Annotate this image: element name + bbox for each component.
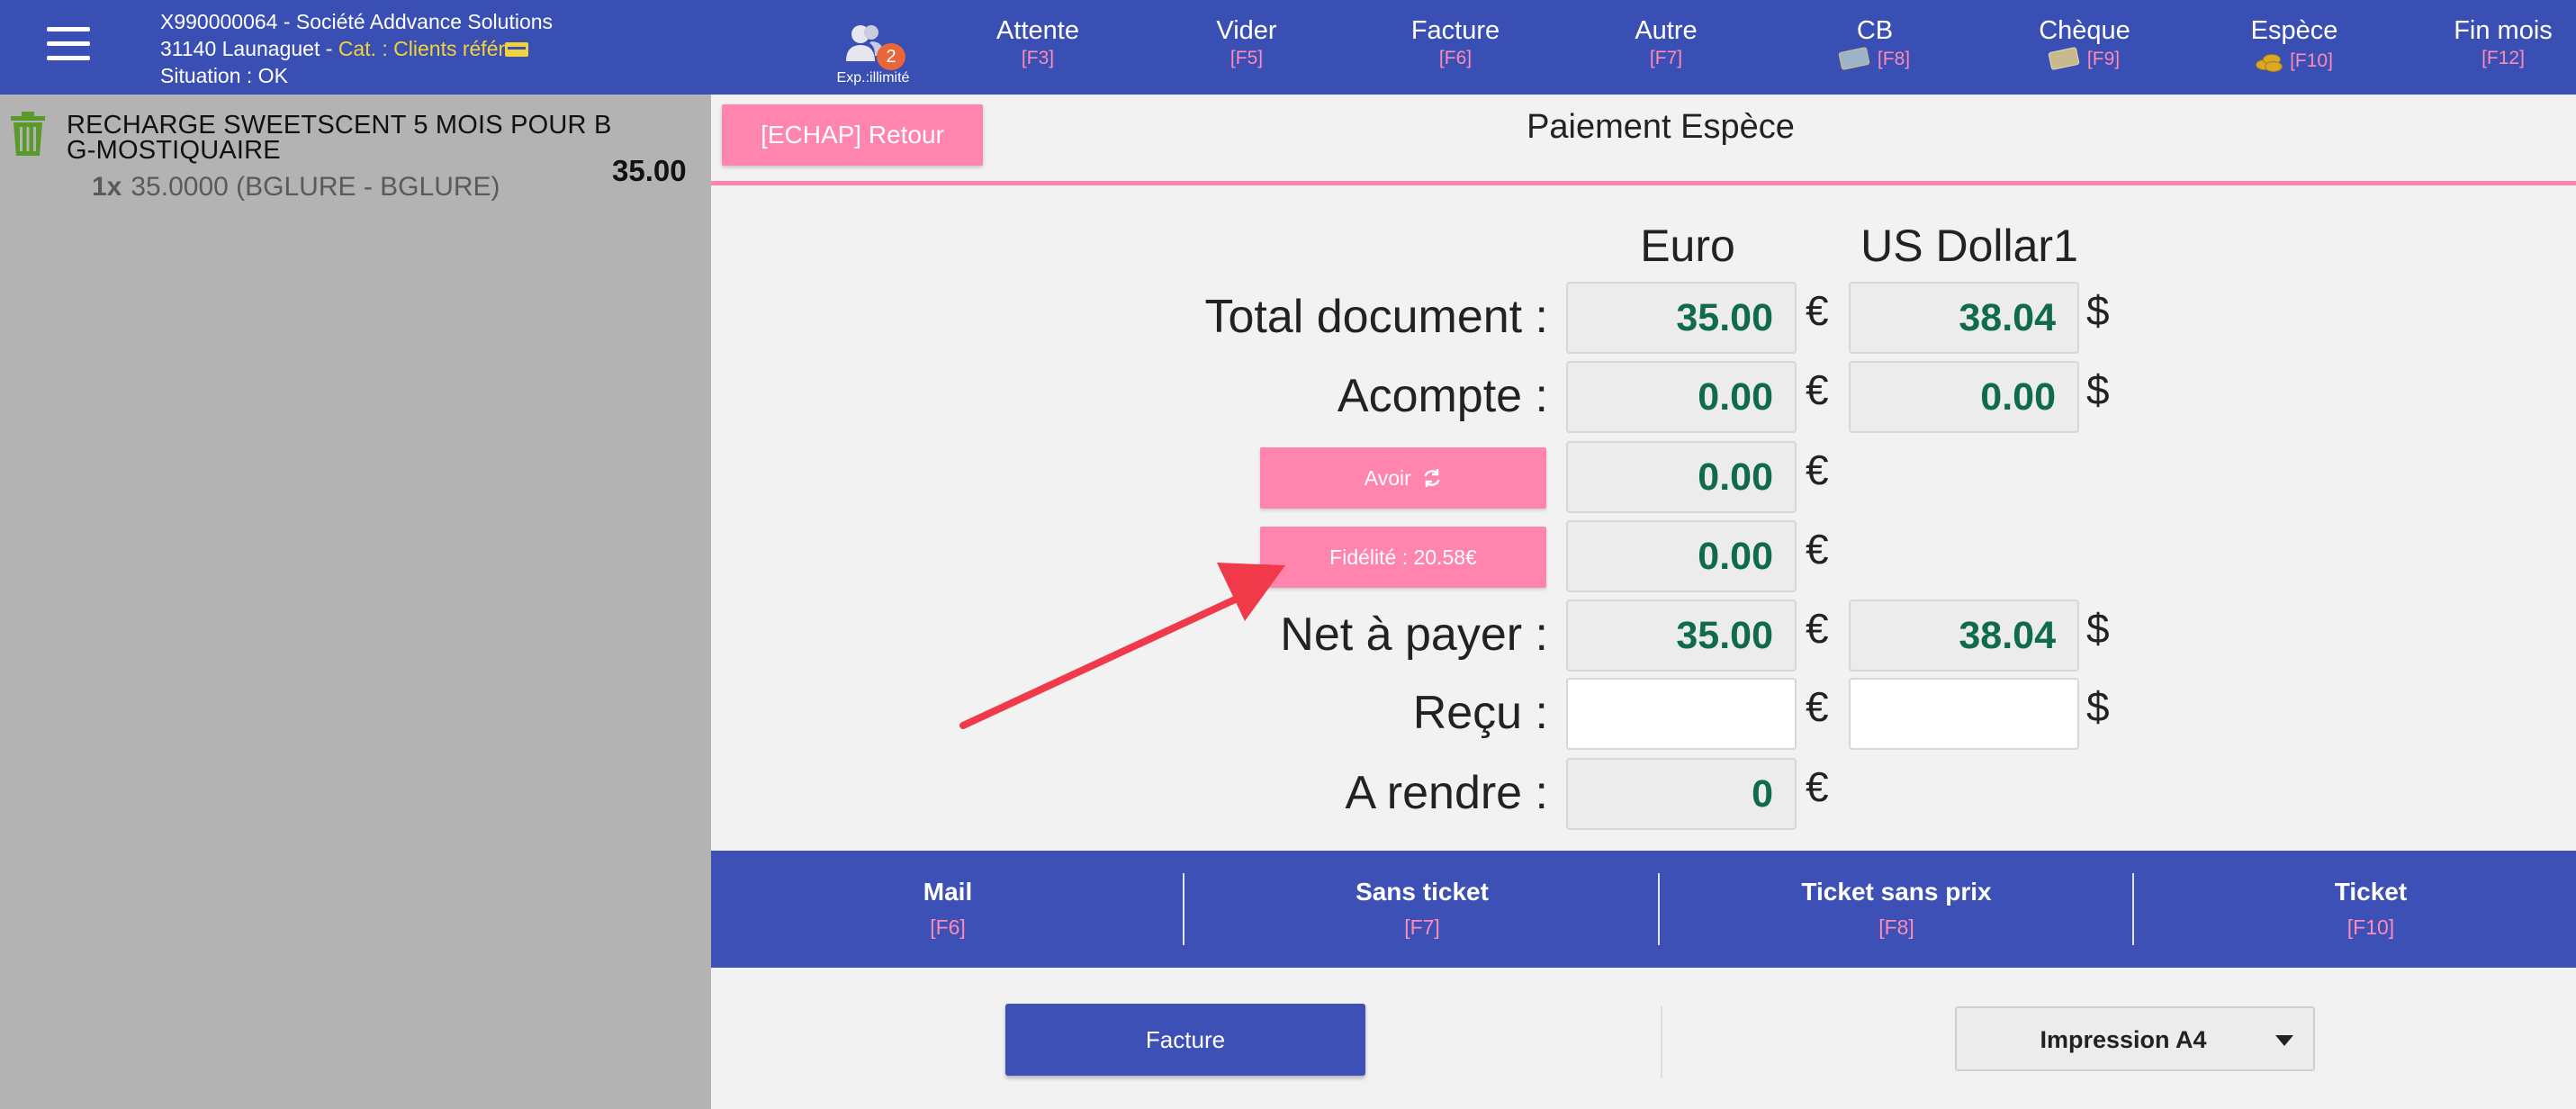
euro-symbol: € <box>1806 287 1829 334</box>
credit-card-icon <box>1838 46 1870 71</box>
refresh-icon <box>1424 468 1440 487</box>
acompte-eur-field: 0.00 <box>1566 361 1797 433</box>
ticket-sans-prix-option[interactable]: Ticket sans prix [F8] <box>1660 851 2133 968</box>
ticket-sans-prix-key: [F8] <box>1878 915 1914 939</box>
cb-key: [F8] <box>1877 49 1911 69</box>
euro-symbol: € <box>1806 763 1829 810</box>
recu-eur-input[interactable] <box>1566 678 1797 750</box>
cheque-icon <box>2048 46 2080 71</box>
espece-key: [F10] <box>2290 50 2333 71</box>
ticket-key: [F10] <box>2346 915 2395 939</box>
euro-symbol: € <box>1806 683 1829 730</box>
facture-top-button[interactable]: Facture [F6] <box>1383 14 1527 70</box>
annotation-arrow <box>959 563 1285 729</box>
ticket-label: Ticket <box>2334 878 2408 906</box>
euro-symbol: € <box>1806 366 1829 413</box>
euro-symbol: € <box>1806 605 1829 652</box>
cheque-label: Chèque <box>2039 16 2130 45</box>
usd-column-header: US Dollar1 <box>1860 221 2078 271</box>
impression-selected-value: Impression A4 <box>2040 1026 2207 1053</box>
fin-mois-button[interactable]: Fin mois [F12] <box>2431 14 2575 70</box>
fin-mois-key: [F12] <box>2481 48 2525 68</box>
caret-down-icon <box>2275 1035 2293 1046</box>
acompte-usd-field: 0.00 <box>1849 361 2079 433</box>
dollar-symbol: $ <box>2086 287 2110 334</box>
fin-mois-label: Fin mois <box>2454 16 2553 45</box>
net-eur-field: 35.00 <box>1566 600 1797 672</box>
avoir-label: Avoir <box>1364 465 1411 490</box>
mail-option[interactable]: Mail [F6] <box>711 851 1184 968</box>
facture-top-label: Facture <box>1410 16 1500 45</box>
dollar-symbol: $ <box>2086 683 2110 730</box>
impression-select[interactable]: Impression A4 <box>1955 1006 2315 1071</box>
divider <box>1183 873 1184 945</box>
sans-ticket-option[interactable]: Sans ticket [F7] <box>1185 851 1659 968</box>
dollar-symbol: $ <box>2086 605 2110 652</box>
espece-button[interactable]: Espèce [F10] <box>2222 14 2366 73</box>
cheque-button[interactable]: Chèque [F9] <box>2013 14 2157 71</box>
divider <box>1661 1006 1662 1078</box>
cheque-key: [F9] <box>2086 49 2121 69</box>
autre-label: Autre <box>1635 16 1698 45</box>
euro-symbol: € <box>1806 446 1829 493</box>
sans-ticket-label: Sans ticket <box>1356 878 1489 906</box>
total-eur-field: 35.00 <box>1566 282 1797 354</box>
net-usd-field: 38.04 <box>1849 600 2079 672</box>
euro-column-header: Euro <box>1640 221 1735 271</box>
recu-usd-input[interactable] <box>1849 678 2079 750</box>
fidelite-eur-field: 0.00 <box>1566 520 1797 592</box>
page-title: Paiement Espèce <box>1527 108 1795 146</box>
cb-button[interactable]: CB [F8] <box>1803 14 1947 71</box>
espece-label: Espèce <box>2250 16 2338 45</box>
ticket-option[interactable]: Ticket [F10] <box>2134 851 2576 968</box>
facture-button[interactable]: Facture <box>1005 1004 1365 1076</box>
avoir-eur-field: 0.00 <box>1566 441 1797 513</box>
mail-label: Mail <box>923 878 973 906</box>
rendre-eur-field: 0 <box>1566 758 1797 830</box>
euro-symbol: € <box>1806 526 1829 573</box>
mail-key: [F6] <box>930 915 966 939</box>
autre-key: [F7] <box>1649 48 1683 68</box>
total-usd-field: 38.04 <box>1849 282 2079 354</box>
dollar-symbol: $ <box>2086 366 2110 413</box>
print-options-bar: Mail [F6] Sans ticket [F7] Ticket sans p… <box>711 851 2576 968</box>
a-rendre-label: A rendre : <box>1345 767 1548 819</box>
autre-button[interactable]: Autre [F7] <box>1594 14 1738 70</box>
sans-ticket-key: [F7] <box>1404 915 1440 939</box>
coins-icon <box>2256 50 2283 72</box>
facture-top-key: [F6] <box>1438 48 1473 68</box>
ticket-sans-prix-label: Ticket sans prix <box>1801 878 1992 906</box>
cb-label: CB <box>1856 16 1894 45</box>
